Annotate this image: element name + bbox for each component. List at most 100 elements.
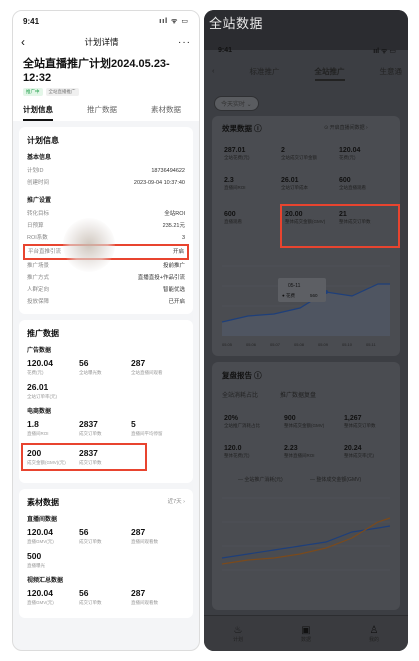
footer-tab-data[interactable]: ▣ 数据 (301, 625, 311, 643)
plan-info-section: 计划信息 基本信息 计划ID 18736494622 创建时间 2023-09-04… (19, 127, 193, 314)
series-gmv-line (221, 517, 391, 565)
row-key: 投放保障 (27, 299, 50, 305)
metric-orders-hl: 2837 成交订单数 (79, 448, 102, 465)
row-key: 人群定向 (27, 287, 50, 293)
tab-promo-data[interactable]: 推广数据 (87, 104, 117, 121)
status-bar: 9:41 ııl ᯤ ▭ (13, 11, 199, 31)
promo-data-section: 推广数据 广告数据 120.04 花费(元) 56 全站曝光数 287 全站直播间观看… (19, 320, 193, 483)
row-value: 235.21元 (162, 223, 185, 229)
status-bar: 9:41 ııl ᯤ ▭ (218, 47, 396, 56)
nav-bar: ‹ 计划详情 ··· (13, 31, 199, 53)
effect-title: 效果数据 ⓘ (222, 124, 262, 133)
r-metric: 287.01 全站花费(元) (224, 147, 250, 160)
row-value: 智能优选 (162, 287, 185, 293)
r-metric: 2.3 直播间ROI (224, 177, 246, 190)
x-tick: 05.07 (270, 342, 281, 347)
r-review-metric: 2.23 整体直播间ROI (284, 445, 315, 458)
row-value: 投前推广 (162, 263, 185, 269)
status-time: 9:41 (23, 16, 40, 26)
legend-gmv: — 整体成交金额(GMV) (310, 477, 362, 483)
metric-orders: 2837 成交订单数 (79, 419, 102, 436)
method-row: 推广方式 直播直投+作品引流 (27, 272, 185, 284)
chart-tooltip (278, 278, 326, 302)
review-tab-promo[interactable]: 推广数据复盘 (280, 390, 316, 399)
metric-live-orders: 56 成交订单数 (79, 527, 102, 544)
left-phone-screen: 9:41 ııl ᯤ ▭ ‹ 计划详情 ··· 全站直播推广计划2024.05.… (12, 10, 200, 651)
r-metric: 2 全站成交订单金额 (281, 147, 317, 160)
goal-row: 转化目标 全站ROI (27, 208, 185, 220)
row-value: 全站ROI (164, 211, 185, 217)
legend-cost: — 全站推广消耗(元) (238, 477, 283, 483)
tab-all-site-promo[interactable]: 全站推广 (314, 66, 345, 81)
user-icon: ♙ (369, 624, 379, 636)
tab-standard-promo[interactable]: 标准推广 (250, 66, 280, 81)
footer-tab-mine[interactable]: ♙ 我的 (369, 625, 379, 643)
metric-video-gmv: 120.04 直播GMV(元) (27, 588, 54, 605)
metric-exposure: 56 全站曝光数 (79, 358, 102, 375)
banner-title: 全站数据 (209, 16, 264, 31)
review-tab-share[interactable]: 全站消耗占比 (222, 390, 258, 399)
back-icon[interactable]: ‹ (21, 35, 25, 49)
row-key: 平台直推引流 (28, 249, 62, 255)
tooltip-date: 05-11 (288, 283, 301, 289)
row-value: 开启 (172, 249, 184, 255)
ecom-data-heading: 电商数据 (27, 409, 52, 415)
metric-roi: 1.8 直播间ROI (27, 419, 49, 436)
data-icon: ▣ (301, 624, 311, 636)
metric-views: 287 全站直播间观看 (131, 358, 163, 375)
range-selector[interactable]: 近7天 › (168, 497, 185, 508)
row-key: 创建时间 (27, 180, 50, 186)
screenshot-canvas: 9:41 ııl ᯤ ▭ ‹ 计划详情 ··· 全站直播推广计划2024.05.… (0, 0, 419, 661)
footer-tab-plan[interactable]: ♨ 计划 (233, 625, 243, 643)
x-tick: 05.08 (294, 342, 305, 347)
row-value: 2023-09-04 10:37:40 (133, 180, 185, 186)
metric-video-views: 287 直播间观看数 (131, 588, 158, 605)
r-review-metric: 1,267 整体成交订单数 (344, 415, 376, 428)
metric-live-views: 287 直播间观看数 (131, 527, 158, 544)
r-metric: 26.01 全站订单成本 (281, 177, 308, 190)
plan-title: 全站直播推广计划2024.05.23-12:32 (23, 58, 170, 84)
audience-row: 人群定向 智能优选 (27, 284, 185, 296)
material-data-section: 素材数据 近7天 › 直播间数据 120.04 直播GMV(元) 56 成交订单数 2… (19, 489, 193, 618)
tooltip-series: ● 花费 (282, 292, 295, 299)
effect-link[interactable]: ⊙ 开启直播间数据 › (324, 124, 368, 131)
right-phone-screen: 全站数据 9:41 ııl ᯤ ▭ ‹ 标准推广 全站推广 生意通 今天实时 ⌄… (204, 10, 408, 651)
plan-tabs: 计划信息 推广数据 素材数据 (23, 104, 189, 121)
more-icon[interactable]: ··· (178, 37, 191, 48)
section-title: 计划信息 (27, 136, 59, 145)
r-metric: 600 直播观看 (224, 211, 242, 224)
status-time: 9:41 (218, 47, 233, 54)
row-key: 推广方式 (27, 275, 50, 281)
review-chart (221, 497, 391, 571)
live-data-heading: 直播间数据 (27, 517, 58, 523)
review-title: 复盘报告 ⓘ (222, 371, 262, 380)
highlighted-gmv-row: 200 成交金额(GMV)(元) 2837 成交订单数 (21, 443, 147, 471)
row-key: ROI系数 (27, 235, 48, 241)
x-tick: 05.10 (342, 342, 353, 347)
row-value: 18736494622 (151, 168, 185, 174)
tab-material-data[interactable]: 素材数据 (151, 104, 181, 121)
highlight-box (280, 204, 400, 248)
plan-id-row: 计划ID 18736494622 (27, 165, 185, 177)
back-icon[interactable]: ‹ (212, 66, 215, 81)
settings-heading: 推广设置 (27, 198, 52, 204)
x-tick: 05.05 (222, 342, 233, 347)
metric-stay: 5 直播间平均停留 (131, 419, 163, 436)
row-value: 3 (181, 235, 185, 241)
status-icons: ııl ᯤ ▭ (373, 48, 396, 55)
guarantee-row: 投放保障 已开启 (27, 296, 185, 308)
status-icons: ııl ᯤ ▭ (159, 17, 189, 25)
plan-icon: ♨ (233, 624, 243, 636)
page-title: 计划详情 (84, 37, 119, 47)
ad-data-heading: 广告数据 (27, 348, 52, 354)
create-time-row: 创建时间 2023-09-04 10:37:40 (27, 177, 185, 189)
x-tick: 05.06 (246, 342, 257, 347)
tooltip-value: 560 (310, 293, 318, 298)
date-filter-pill[interactable]: 今天实时 ⌄ (214, 96, 259, 111)
tab-plan-info[interactable]: 计划信息 (23, 104, 53, 121)
row-key: 计划ID (27, 168, 44, 174)
tab-business[interactable]: 生意通 (380, 66, 403, 81)
metric-cost: 120.04 花费(元) (27, 358, 53, 375)
metric-gmv: 200 成交金额(GMV)(元) (27, 448, 66, 465)
metric-live-exposure: 500 直播曝光 (27, 551, 45, 568)
